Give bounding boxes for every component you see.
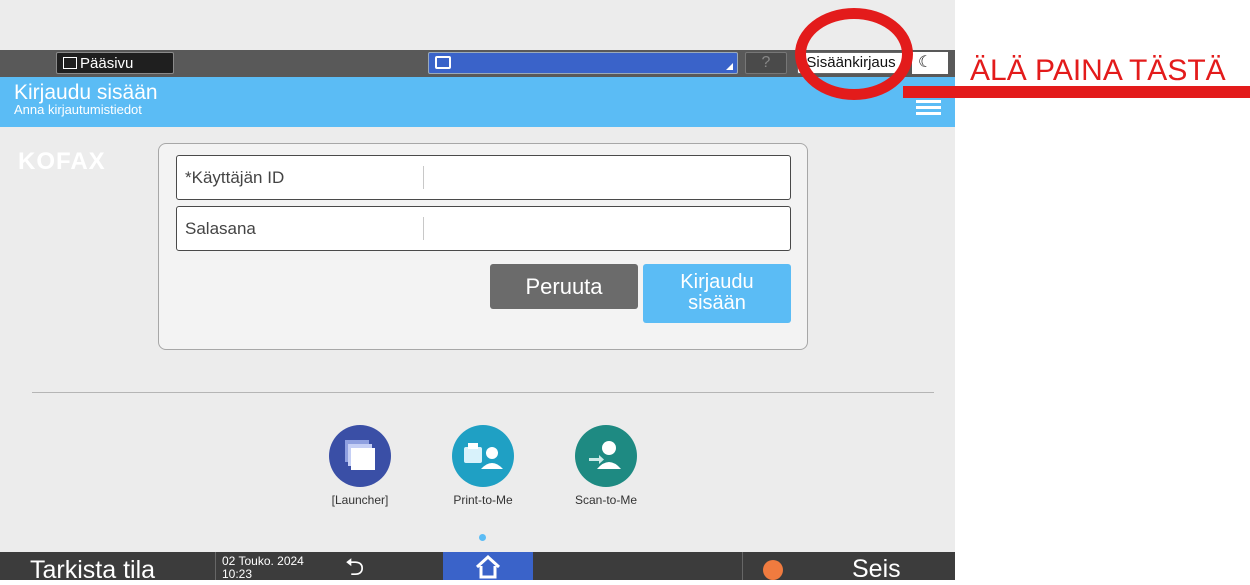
app-label: Print-to-Me [453,493,513,507]
menu-icon[interactable] [916,100,941,116]
help-label: ? [761,54,771,71]
home-label: Pääsivu [80,55,134,72]
home-icon [63,57,77,70]
back-arrow-icon[interactable]: ⮌ [345,556,364,580]
expand-corner-icon [726,63,733,70]
house-icon [475,555,501,579]
job-status-button[interactable] [428,52,738,74]
user-id-label: *Käyttäjän ID [185,168,285,187]
check-status-button[interactable]: Tarkista tila [30,555,155,585]
page-title: Kirjaudu sisään [14,81,158,104]
app-label: [Launcher] [331,493,389,507]
login-button-line1: Kirjaudu [680,271,754,293]
page-indicator-dot [479,534,486,541]
launcher-icon [329,425,391,487]
help-button[interactable]: ? [745,52,787,74]
field-divider [423,217,424,240]
home-button[interactable]: Pääsivu [56,52,174,74]
kofax-logo: KOFAX [18,148,106,175]
home-nav-button[interactable] [443,552,533,580]
app-scan-to-me[interactable]: Scan-to-Me [566,425,646,507]
divider [32,392,934,393]
app-label: Scan-to-Me [574,493,638,507]
job-list-icon [435,56,451,69]
energy-saver-button[interactable]: ☾ [912,52,948,74]
login-button-line2: sisään [688,292,746,314]
user-id-field[interactable]: *Käyttäjän ID [176,155,791,200]
divider [742,552,743,580]
cancel-button[interactable]: Peruuta [490,264,638,309]
field-divider [423,166,424,189]
password-label: Salasana [185,219,256,238]
scan-to-me-icon [575,425,637,487]
warning-circle [795,8,913,100]
stop-icon[interactable] [763,560,783,580]
warning-text: ÄLÄ PAINA TÄSTÄ [970,54,1226,87]
moon-icon: ☾ [918,54,933,71]
app-launcher[interactable]: [Launcher] [320,425,400,507]
time-text: 10:23 [222,567,253,581]
date-time-display: 02 Touko. 2024 10:23 [215,552,315,581]
password-field[interactable]: Salasana [176,206,791,251]
app-print-to-me[interactable]: Print-to-Me [443,425,523,507]
page-subtitle: Anna kirjautumistiedot [14,102,142,117]
login-button[interactable]: Kirjaudu sisään [643,264,791,323]
print-to-me-icon [452,425,514,487]
